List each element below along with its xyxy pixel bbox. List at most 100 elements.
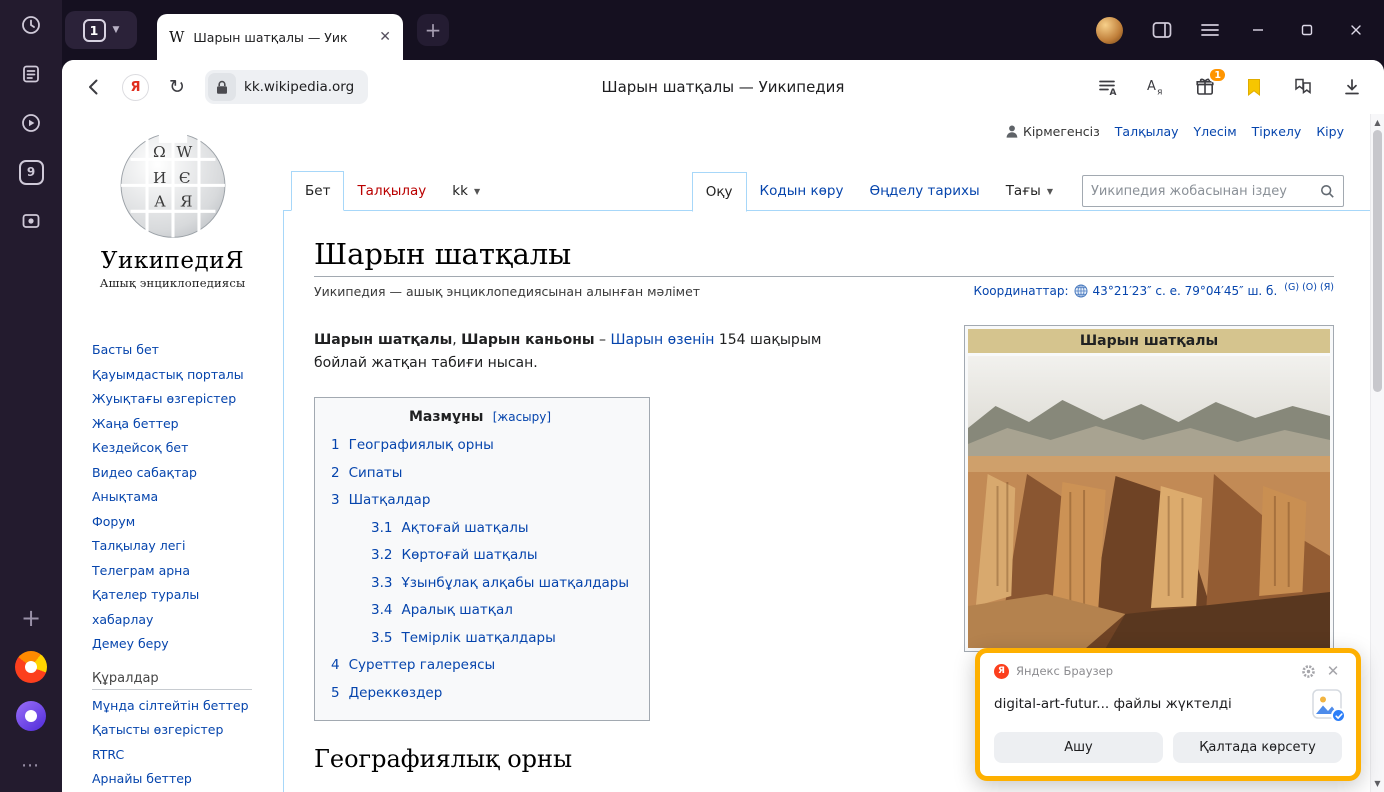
coordinates-value[interactable]: 43°21′23″ с. е. 79°04′45″ ш. б. bbox=[1093, 284, 1278, 298]
toc-item[interactable]: 3.3 Ұзынбұлақ алқабы шатқалдары bbox=[331, 570, 629, 598]
search-icon[interactable] bbox=[1320, 184, 1335, 199]
sidebar-tool-link[interactable]: Қатысты өзгерістер bbox=[92, 718, 252, 743]
rewards-gift-icon[interactable]: 1 bbox=[1191, 73, 1219, 101]
scroll-up-arrow[interactable]: ▲ bbox=[1371, 118, 1384, 127]
tab-talk[interactable]: Талқылау bbox=[344, 171, 439, 211]
new-tab-button[interactable]: + bbox=[417, 14, 449, 46]
toc-number: 4 bbox=[331, 652, 340, 680]
translate-icon[interactable]: Aя bbox=[1142, 73, 1170, 101]
toc-item[interactable]: 3.4 Аралық шатқал bbox=[331, 597, 629, 625]
sidebar-tool-link[interactable]: Мұнда сілтейтін беттер bbox=[92, 694, 252, 719]
personal-links: Талқылау Үлесім Тіркелу Кіру bbox=[1115, 124, 1344, 139]
sidebar-link[interactable]: Талқылау легі bbox=[92, 534, 252, 559]
toc-item[interactable]: 3 Шатқалдар bbox=[331, 487, 629, 515]
yandex-search-button[interactable]: Я bbox=[122, 74, 149, 101]
browser-toolbar: Я ↻ kk.wikipedia.org Шарын шатқалы — Уик… bbox=[62, 60, 1384, 114]
river-link[interactable]: Шарын өзенін bbox=[610, 332, 714, 348]
side-panel-toggle-icon[interactable] bbox=[1152, 21, 1172, 39]
rewards-badge: 1 bbox=[1208, 67, 1227, 83]
sidebar-link[interactable]: Қауымдастық порталы bbox=[92, 363, 252, 388]
infobox-canyon-photo[interactable] bbox=[968, 356, 1330, 648]
history-clock-icon[interactable] bbox=[14, 8, 48, 42]
open-file-button[interactable]: Ашу bbox=[994, 732, 1163, 763]
toc-item[interactable]: 2 Сипаты bbox=[331, 460, 629, 488]
downloads-icon[interactable] bbox=[1338, 73, 1366, 101]
tab-read[interactable]: Оқу bbox=[692, 172, 747, 212]
toc-item[interactable]: 5 Дереккөздер bbox=[331, 680, 629, 708]
tab-view-source[interactable]: Кодын көру bbox=[747, 171, 857, 211]
window-minimize-button[interactable] bbox=[1248, 20, 1268, 40]
rail-more-icon[interactable]: ⋯ bbox=[14, 748, 48, 782]
back-button[interactable] bbox=[80, 73, 108, 101]
sidebar-link[interactable]: Басты бет bbox=[92, 338, 252, 363]
alice-assistant-icon[interactable] bbox=[14, 699, 48, 733]
popup-close-icon[interactable]: ✕ bbox=[1324, 662, 1342, 680]
sidebar-link[interactable]: Қателер туралы хабарлау bbox=[92, 583, 252, 632]
toc-item[interactable]: 3.5 Темірлік шатқалдары bbox=[331, 625, 629, 653]
reader-mode-icon[interactable]: A bbox=[1093, 73, 1121, 101]
toc-item[interactable]: 3.1 Ақтоғай шатқалы bbox=[331, 515, 629, 543]
scroll-down-arrow[interactable]: ▼ bbox=[1371, 779, 1384, 788]
sidebar-tool-link[interactable]: Арнайы беттер bbox=[92, 767, 252, 792]
tab-close-icon[interactable]: ✕ bbox=[379, 29, 391, 45]
personal-link[interactable]: Үлесім bbox=[1194, 124, 1237, 139]
site-security-icon[interactable] bbox=[208, 73, 236, 101]
globe-icon bbox=[1074, 284, 1088, 298]
yandex-browser-logo[interactable] bbox=[14, 650, 48, 684]
sidebar-link[interactable]: Анықтама bbox=[92, 485, 252, 510]
profile-avatar[interactable] bbox=[1096, 17, 1123, 44]
sidebar-tool-link[interactable]: RTRC bbox=[92, 743, 252, 768]
tab-more[interactable]: Тағы▼ bbox=[993, 171, 1066, 211]
toc-item[interactable]: 3.2 Көртоғай шатқалы bbox=[331, 542, 629, 570]
toc-item[interactable]: 4 Суреттер галереясы bbox=[331, 652, 629, 680]
collections-icon[interactable] bbox=[1289, 73, 1317, 101]
browser-menu-icon[interactable] bbox=[1201, 23, 1219, 37]
tab-history[interactable]: Өңделу тарихы bbox=[856, 171, 992, 211]
refresh-button[interactable]: ↻ bbox=[163, 73, 191, 101]
wikipedia-search-input[interactable] bbox=[1091, 184, 1320, 199]
toolbar-right-icons: A Aя 1 bbox=[1093, 73, 1366, 101]
rail-add-button[interactable]: + bbox=[14, 601, 48, 635]
personal-link[interactable]: Тіркелу bbox=[1252, 124, 1302, 139]
personal-link[interactable]: Талқылау bbox=[1115, 124, 1179, 139]
toc-number: 5 bbox=[331, 680, 340, 708]
tab-language-variant[interactable]: kk▼ bbox=[439, 171, 493, 211]
coordinates[interactable]: Координаттар: 43°21′23″ с. е. 79°04′45″ … bbox=[973, 284, 1334, 298]
sidebar-link[interactable]: Демеу беру bbox=[92, 632, 252, 657]
address-bar[interactable]: kk.wikipedia.org bbox=[205, 70, 368, 104]
scrollbar-thumb[interactable] bbox=[1373, 130, 1382, 392]
svg-text:И: И bbox=[152, 169, 165, 187]
coordinates-refs[interactable]: (G) (O) (Я) bbox=[1284, 282, 1334, 293]
tabs-counter-badge[interactable]: 9 bbox=[14, 155, 48, 189]
infobox-title: Шарын шатқалы bbox=[968, 329, 1330, 353]
sidebar-link[interactable]: Кездейсоқ бет bbox=[92, 436, 252, 461]
sidebar-link[interactable]: Жаңа беттер bbox=[92, 412, 252, 437]
personal-link[interactable]: Кіру bbox=[1316, 124, 1344, 139]
svg-text:Є: Є bbox=[178, 169, 190, 187]
page-scrollbar[interactable]: ▲ ▼ bbox=[1370, 114, 1384, 792]
bookmark-icon[interactable] bbox=[1240, 73, 1268, 101]
sidebar-link[interactable]: Телеграм арна bbox=[92, 559, 252, 584]
wikipedia-search-box[interactable] bbox=[1082, 175, 1344, 207]
popup-settings-gear-icon[interactable] bbox=[1299, 662, 1317, 680]
sidebar-link[interactable]: Жуықтағы өзгерістер bbox=[92, 387, 252, 412]
toc-item[interactable]: 1 Географиялық орны bbox=[331, 432, 629, 460]
notes-icon[interactable] bbox=[14, 57, 48, 91]
downloaded-file-thumbnail[interactable] bbox=[1312, 689, 1342, 719]
tab-page[interactable]: Бет bbox=[291, 171, 344, 211]
screen: 9 + ⋯ 1 ▼ W Шарын шатқалы — Уик ✕ + bbox=[0, 0, 1384, 792]
tab-group-selector[interactable]: 1 ▼ bbox=[65, 11, 137, 49]
show-in-folder-button[interactable]: Қалтада көрсету bbox=[1173, 732, 1342, 763]
browser-tab-active[interactable]: W Шарын шатқалы — Уик ✕ bbox=[157, 14, 403, 60]
coordinates-label[interactable]: Координаттар: bbox=[973, 284, 1068, 298]
sidebar-nav: Басты бетҚауымдастық порталыЖуықтағы өзг… bbox=[92, 338, 257, 657]
sidebar-link[interactable]: Форум bbox=[92, 510, 252, 535]
screenshot-icon[interactable] bbox=[14, 204, 48, 238]
sidebar-link[interactable]: Видео сабақтар bbox=[92, 461, 252, 486]
window-maximize-button[interactable] bbox=[1297, 20, 1317, 40]
video-play-icon[interactable] bbox=[14, 106, 48, 140]
popup-message-row: digital-art-futur... файлы жүктелді bbox=[994, 689, 1342, 719]
wikipedia-logo[interactable]: Ω W И Є А Я УикипедиЯ Ашық энциклопедияс… bbox=[62, 114, 283, 290]
toc-hide-toggle[interactable]: [жасыру] bbox=[493, 410, 551, 424]
window-close-button[interactable] bbox=[1346, 20, 1366, 40]
